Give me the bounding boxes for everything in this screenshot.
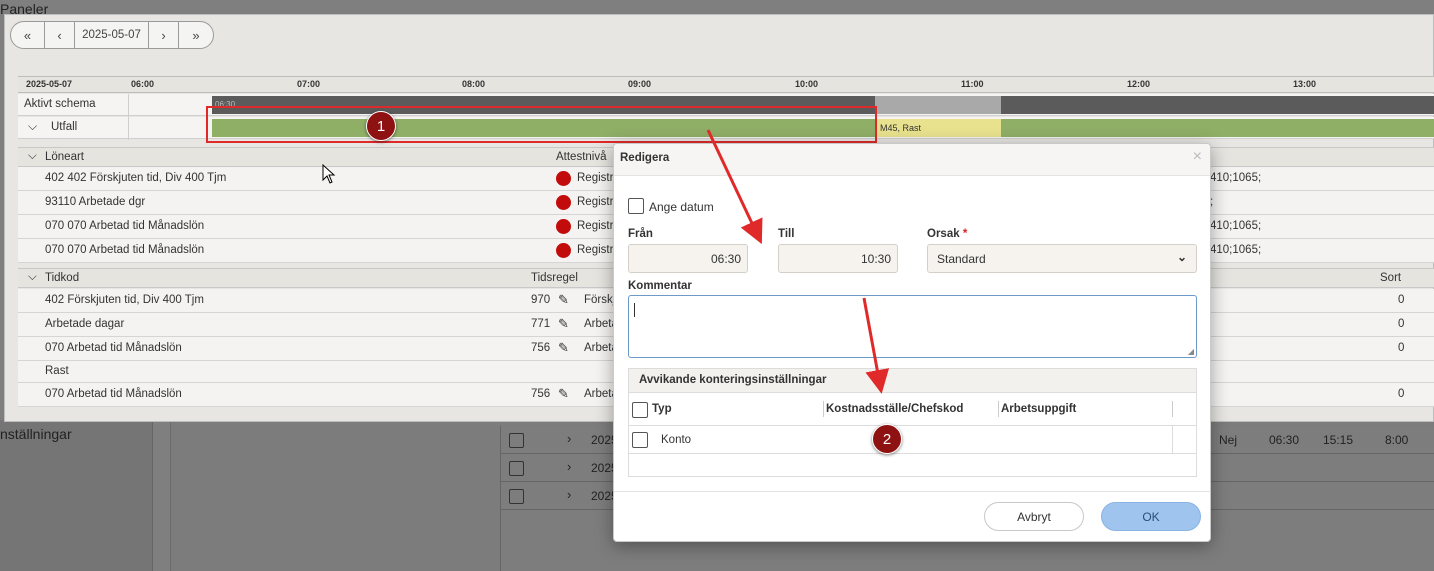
annotation-badge-1: 1 bbox=[366, 111, 396, 141]
arrow-to-till bbox=[706, 129, 763, 245]
annotation-arrows bbox=[706, 129, 890, 394]
arrow-to-kontering bbox=[862, 297, 890, 394]
annotation-badge-2: 2 bbox=[872, 424, 902, 454]
